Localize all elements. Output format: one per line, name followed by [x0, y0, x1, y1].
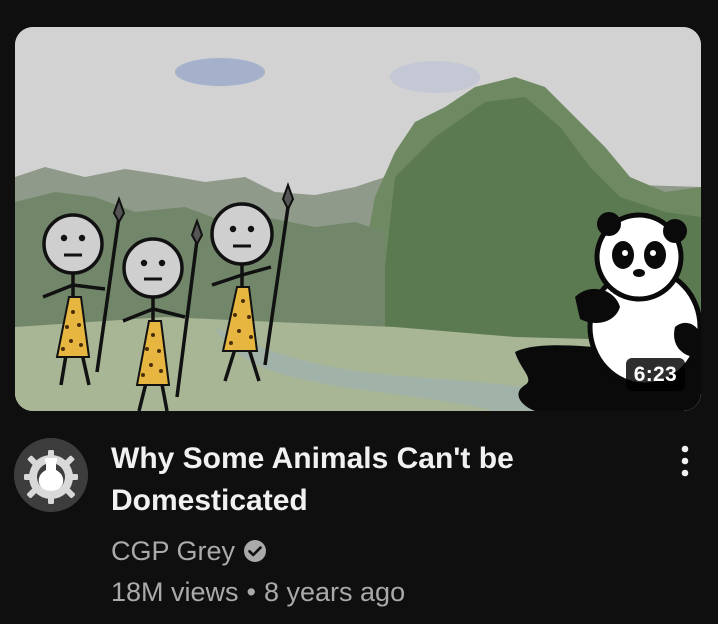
channel-row: CGP Grey — [111, 533, 267, 569]
channel-avatar[interactable] — [14, 438, 88, 512]
channel-name[interactable]: CGP Grey — [111, 533, 235, 569]
verified-check-icon — [243, 539, 267, 563]
cgp-grey-logo-icon — [14, 438, 88, 512]
more-actions-button[interactable] — [665, 441, 705, 481]
meta-separator: • — [246, 577, 256, 607]
video-metadata: 18M views • 8 years ago — [111, 574, 405, 610]
video-title[interactable]: Why Some Animals Can't be Domesticated — [111, 438, 631, 522]
view-count: 18M views — [111, 577, 239, 607]
more-vert-icon — [681, 445, 689, 477]
video-thumbnail[interactable]: 6:23 — [15, 27, 701, 411]
video-card[interactable]: 6:23 Why Some Animals Can't be Domestica… — [0, 0, 718, 624]
upload-age: 8 years ago — [264, 577, 406, 607]
duration-badge: 6:23 — [625, 358, 685, 391]
thumbnail-illustration — [15, 27, 701, 411]
